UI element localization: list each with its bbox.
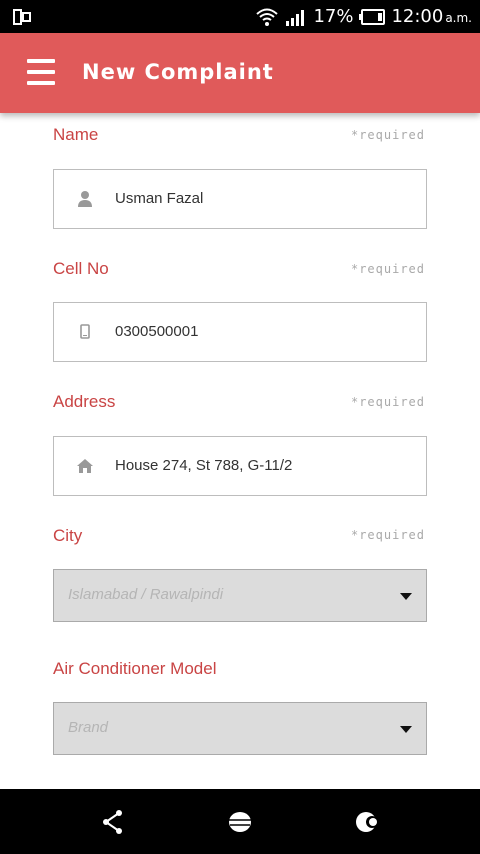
city-select[interactable]: Islamabad / Rawalpindi (53, 569, 427, 622)
name-field[interactable]: Usman Fazal (53, 169, 427, 229)
person-icon (78, 191, 92, 207)
cell-label: Cell No (53, 259, 109, 278)
hamburger-menu-icon[interactable] (27, 58, 55, 86)
ac-brand-select[interactable]: Brand (53, 702, 427, 755)
battery-icon (359, 8, 386, 25)
status-bar: 17% 12:00 a.m. (0, 0, 480, 33)
cell-value: 0300500001 (115, 323, 199, 340)
address-field[interactable]: House 274, St 788, G-11/2 (53, 436, 427, 496)
clock-time: 12:00 (391, 6, 444, 27)
name-label: Name (53, 125, 99, 144)
signal-icon (286, 9, 305, 26)
name-required-note: *required (350, 128, 425, 142)
cell-required-note: *required (350, 262, 425, 276)
ac-model-label: Air Conditioner Model (53, 659, 217, 678)
dropdown-arrow-icon (400, 726, 412, 733)
complaint-form: Name *required Usman Fazal Cell No *requ… (0, 113, 480, 789)
address-label: Address (53, 392, 116, 411)
name-value: Usman Fazal (115, 190, 204, 207)
cell-field[interactable]: 0300500001 (53, 302, 427, 362)
home-nav-icon[interactable] (227, 809, 253, 835)
wifi-icon (256, 8, 279, 26)
battery-percent: 17% (313, 6, 354, 27)
page-title: New Complaint (82, 60, 274, 84)
ac-brand-placeholder: Brand (68, 719, 109, 736)
back-nav-icon[interactable] (100, 809, 126, 835)
home-icon (77, 459, 93, 473)
city-label: City (53, 526, 83, 545)
clock: 12:00 a.m. (391, 6, 472, 27)
app-bar: New Complaint (0, 33, 480, 113)
city-placeholder: Islamabad / Rawalpindi (68, 586, 224, 603)
mobile-phone-icon (80, 324, 90, 339)
screen-rotation-icon (13, 9, 31, 25)
dropdown-arrow-icon (400, 593, 412, 600)
address-value: House 274, St 788, G-11/2 (115, 457, 293, 474)
address-required-note: *required (350, 395, 425, 409)
city-required-note: *required (350, 528, 425, 542)
system-nav-bar (0, 789, 480, 854)
clock-ampm: a.m. (445, 11, 472, 25)
recent-apps-nav-icon[interactable] (355, 809, 381, 835)
